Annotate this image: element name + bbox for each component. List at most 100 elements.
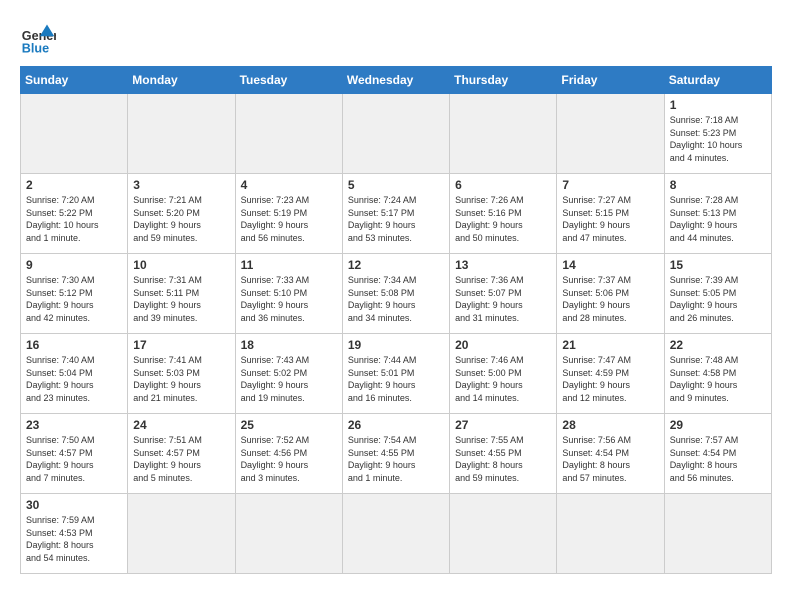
calendar-cell — [342, 94, 449, 174]
cell-info: Sunrise: 7:23 AM Sunset: 5:19 PM Dayligh… — [241, 194, 337, 244]
logo: General Blue — [20, 20, 56, 56]
calendar-cell — [450, 494, 557, 574]
cell-info: Sunrise: 7:26 AM Sunset: 5:16 PM Dayligh… — [455, 194, 551, 244]
day-number: 25 — [241, 418, 337, 432]
day-number: 18 — [241, 338, 337, 352]
day-number: 4 — [241, 178, 337, 192]
calendar-cell — [557, 494, 664, 574]
week-row-1: 1 Sunrise: 7:18 AM Sunset: 5:23 PM Daylig… — [21, 94, 772, 174]
day-number: 16 — [26, 338, 122, 352]
calendar-cell: 16 Sunrise: 7:40 AM Sunset: 5:04 PM Dayli… — [21, 334, 128, 414]
day-number: 2 — [26, 178, 122, 192]
day-number: 14 — [562, 258, 658, 272]
calendar-cell: 11 Sunrise: 7:33 AM Sunset: 5:10 PM Dayli… — [235, 254, 342, 334]
cell-info: Sunrise: 7:18 AM Sunset: 5:23 PM Dayligh… — [670, 114, 766, 164]
calendar-cell: 24 Sunrise: 7:51 AM Sunset: 4:57 PM Dayli… — [128, 414, 235, 494]
day-header-wednesday: Wednesday — [342, 67, 449, 94]
cell-info: Sunrise: 7:59 AM Sunset: 4:53 PM Dayligh… — [26, 514, 122, 564]
cell-info: Sunrise: 7:33 AM Sunset: 5:10 PM Dayligh… — [241, 274, 337, 324]
cell-info: Sunrise: 7:37 AM Sunset: 5:06 PM Dayligh… — [562, 274, 658, 324]
cell-info: Sunrise: 7:27 AM Sunset: 5:15 PM Dayligh… — [562, 194, 658, 244]
cell-info: Sunrise: 7:30 AM Sunset: 5:12 PM Dayligh… — [26, 274, 122, 324]
calendar-cell — [342, 494, 449, 574]
calendar-cell: 28Sunrise: 7:56 AM Sunset: 4:54 PM Dayli… — [557, 414, 664, 494]
day-number: 12 — [348, 258, 444, 272]
day-number: 19 — [348, 338, 444, 352]
cell-info: Sunrise: 7:55 AM Sunset: 4:55 PM Dayligh… — [455, 434, 551, 484]
day-number: 26 — [348, 418, 444, 432]
cell-info: Sunrise: 7:51 AM Sunset: 4:57 PM Dayligh… — [133, 434, 229, 484]
cell-info: Sunrise: 7:48 AM Sunset: 4:58 PM Dayligh… — [670, 354, 766, 404]
calendar-cell: 29Sunrise: 7:57 AM Sunset: 4:54 PM Dayli… — [664, 414, 771, 494]
calendar-cell: 3Sunrise: 7:21 AM Sunset: 5:20 PM Daylig… — [128, 174, 235, 254]
day-number: 6 — [455, 178, 551, 192]
day-header-sunday: Sunday — [21, 67, 128, 94]
day-number: 11 — [241, 258, 337, 272]
calendar-cell — [664, 494, 771, 574]
day-number: 20 — [455, 338, 551, 352]
day-number: 30 — [26, 498, 122, 512]
calendar-cell — [450, 94, 557, 174]
header-row: SundayMondayTuesdayWednesdayThursdayFrid… — [21, 67, 772, 94]
week-row-6: 30 Sunrise: 7:59 AM Sunset: 4:53 PM Dayli… — [21, 494, 772, 574]
day-header-monday: Monday — [128, 67, 235, 94]
week-row-3: 9 Sunrise: 7:30 AM Sunset: 5:12 PM Daylig… — [21, 254, 772, 334]
week-row-4: 16 Sunrise: 7:40 AM Sunset: 5:04 PM Dayli… — [21, 334, 772, 414]
cell-info: Sunrise: 7:44 AM Sunset: 5:01 PM Dayligh… — [348, 354, 444, 404]
day-number: 13 — [455, 258, 551, 272]
cell-info: Sunrise: 7:24 AM Sunset: 5:17 PM Dayligh… — [348, 194, 444, 244]
calendar-table: SundayMondayTuesdayWednesdayThursdayFrid… — [20, 66, 772, 574]
calendar-cell: 20Sunrise: 7:46 AM Sunset: 5:00 PM Dayli… — [450, 334, 557, 414]
calendar-cell: 27 Sunrise: 7:55 AM Sunset: 4:55 PM Dayli… — [450, 414, 557, 494]
calendar-cell: 6 Sunrise: 7:26 AM Sunset: 5:16 PM Daylig… — [450, 174, 557, 254]
calendar-cell: 12Sunrise: 7:34 AM Sunset: 5:08 PM Dayli… — [342, 254, 449, 334]
calendar-cell — [128, 494, 235, 574]
cell-info: Sunrise: 7:21 AM Sunset: 5:20 PM Dayligh… — [133, 194, 229, 244]
day-header-friday: Friday — [557, 67, 664, 94]
calendar-cell: 18 Sunrise: 7:43 AM Sunset: 5:02 PM Dayli… — [235, 334, 342, 414]
week-row-5: 23Sunrise: 7:50 AM Sunset: 4:57 PM Dayli… — [21, 414, 772, 494]
cell-info: Sunrise: 7:54 AM Sunset: 4:55 PM Dayligh… — [348, 434, 444, 484]
day-number: 15 — [670, 258, 766, 272]
cell-info: Sunrise: 7:28 AM Sunset: 5:13 PM Dayligh… — [670, 194, 766, 244]
calendar-cell: 10Sunrise: 7:31 AM Sunset: 5:11 PM Dayli… — [128, 254, 235, 334]
calendar-cell: 8 Sunrise: 7:28 AM Sunset: 5:13 PM Daylig… — [664, 174, 771, 254]
calendar-cell — [557, 94, 664, 174]
day-number: 8 — [670, 178, 766, 192]
day-number: 24 — [133, 418, 229, 432]
cell-info: Sunrise: 7:39 AM Sunset: 5:05 PM Dayligh… — [670, 274, 766, 324]
calendar-cell: 15 Sunrise: 7:39 AM Sunset: 5:05 PM Dayli… — [664, 254, 771, 334]
calendar-cell: 1 Sunrise: 7:18 AM Sunset: 5:23 PM Daylig… — [664, 94, 771, 174]
logo-icon: General Blue — [20, 20, 56, 56]
cell-info: Sunrise: 7:41 AM Sunset: 5:03 PM Dayligh… — [133, 354, 229, 404]
day-number: 7 — [562, 178, 658, 192]
cell-info: Sunrise: 7:40 AM Sunset: 5:04 PM Dayligh… — [26, 354, 122, 404]
day-number: 27 — [455, 418, 551, 432]
day-number: 1 — [670, 98, 766, 112]
calendar-cell: 22 Sunrise: 7:48 AM Sunset: 4:58 PM Dayli… — [664, 334, 771, 414]
calendar-cell: 14 Sunrise: 7:37 AM Sunset: 5:06 PM Dayli… — [557, 254, 664, 334]
cell-info: Sunrise: 7:52 AM Sunset: 4:56 PM Dayligh… — [241, 434, 337, 484]
calendar-cell: 2 Sunrise: 7:20 AM Sunset: 5:22 PM Daylig… — [21, 174, 128, 254]
calendar-cell — [235, 494, 342, 574]
day-number: 17 — [133, 338, 229, 352]
cell-info: Sunrise: 7:43 AM Sunset: 5:02 PM Dayligh… — [241, 354, 337, 404]
day-number: 21 — [562, 338, 658, 352]
day-number: 9 — [26, 258, 122, 272]
cell-info: Sunrise: 7:36 AM Sunset: 5:07 PM Dayligh… — [455, 274, 551, 324]
day-number: 5 — [348, 178, 444, 192]
calendar-header: SundayMondayTuesdayWednesdayThursdayFrid… — [21, 67, 772, 94]
day-header-tuesday: Tuesday — [235, 67, 342, 94]
calendar-cell: 19 Sunrise: 7:44 AM Sunset: 5:01 PM Dayli… — [342, 334, 449, 414]
day-number: 22 — [670, 338, 766, 352]
calendar-cell: 5 Sunrise: 7:24 AM Sunset: 5:17 PM Daylig… — [342, 174, 449, 254]
calendar-cell — [21, 94, 128, 174]
calendar-cell: 21Sunrise: 7:47 AM Sunset: 4:59 PM Dayli… — [557, 334, 664, 414]
day-number: 23 — [26, 418, 122, 432]
day-header-thursday: Thursday — [450, 67, 557, 94]
cell-info: Sunrise: 7:20 AM Sunset: 5:22 PM Dayligh… — [26, 194, 122, 244]
calendar-cell — [235, 94, 342, 174]
cell-info: Sunrise: 7:31 AM Sunset: 5:11 PM Dayligh… — [133, 274, 229, 324]
calendar-cell: 13 Sunrise: 7:36 AM Sunset: 5:07 PM Dayli… — [450, 254, 557, 334]
cell-info: Sunrise: 7:57 AM Sunset: 4:54 PM Dayligh… — [670, 434, 766, 484]
